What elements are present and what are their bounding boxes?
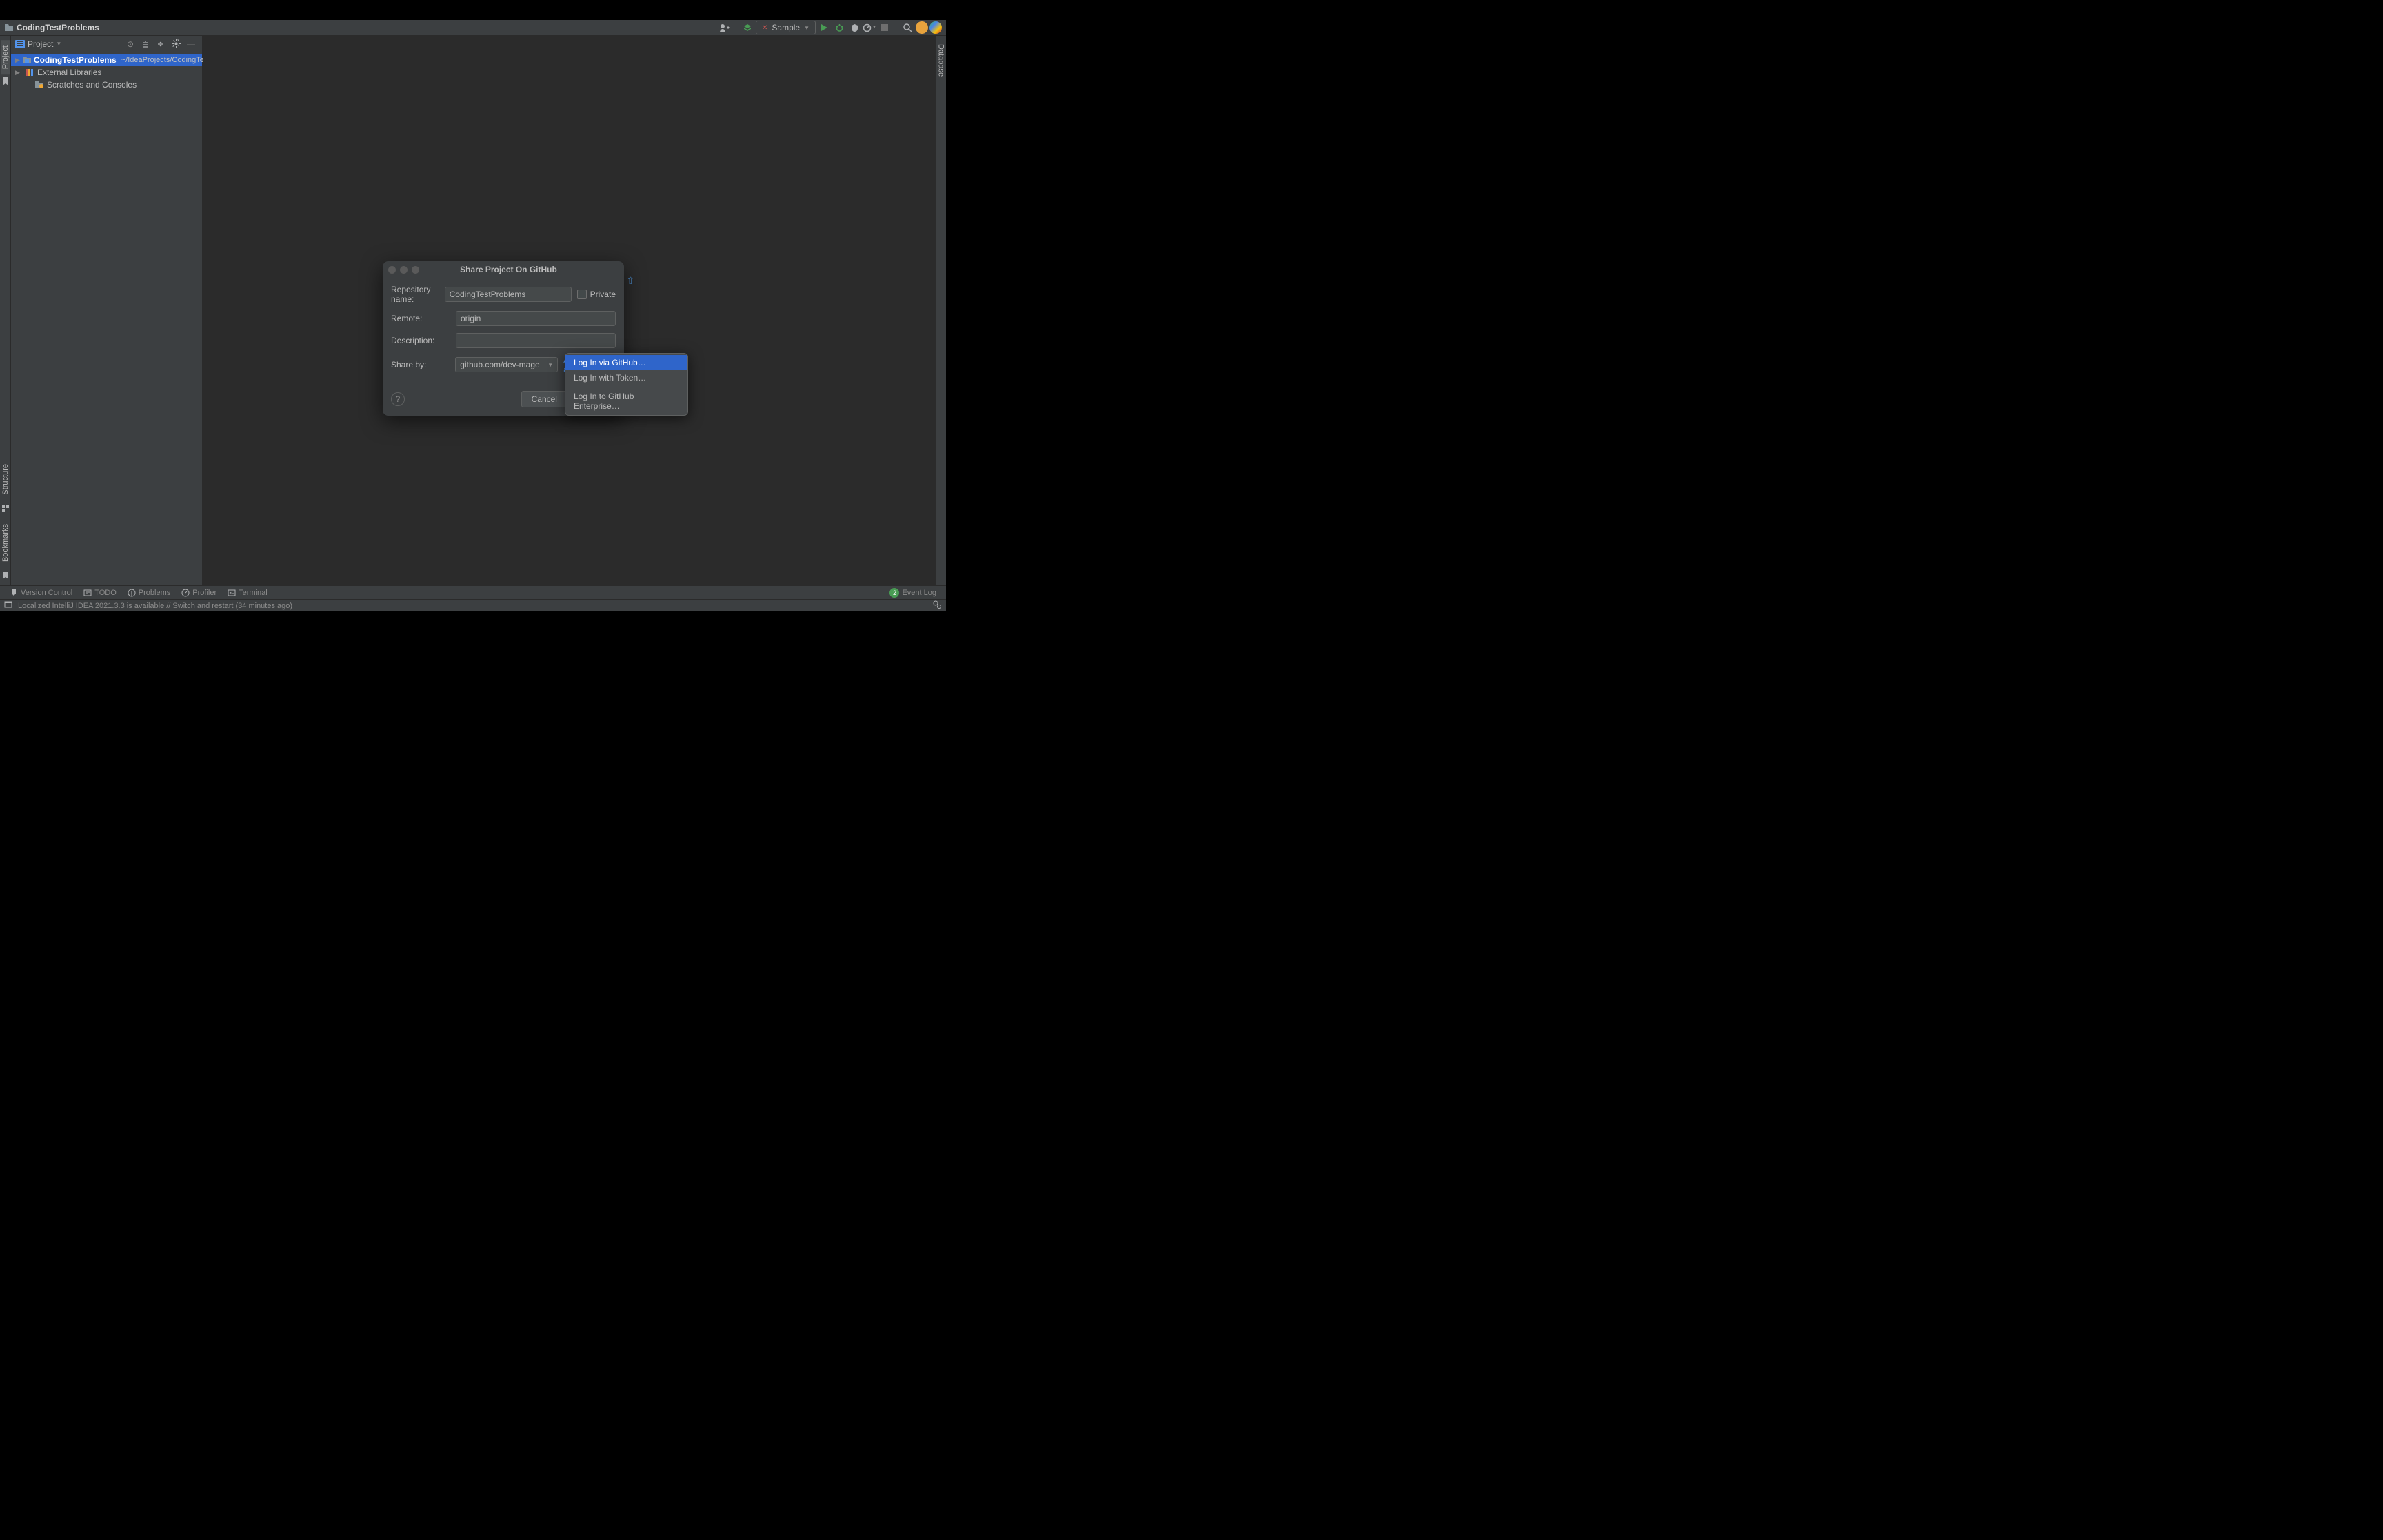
config-error-icon: ✕	[762, 24, 767, 32]
expand-arrow-icon[interactable]: ▶	[15, 69, 22, 77]
project-tree[interactable]: ▶ CodingTestProblems ~/IdeaProjects/Codi…	[11, 52, 202, 92]
settings-button[interactable]	[169, 37, 183, 51]
status-process-icon[interactable]	[932, 600, 942, 611]
avatar-1[interactable]	[916, 21, 928, 34]
event-count-badge: 2	[889, 588, 899, 598]
run-button[interactable]	[817, 21, 831, 34]
project-view-selector[interactable]: Project ▼	[15, 39, 61, 49]
left-tool-window-bar: Project Structure Bookmarks	[0, 36, 11, 585]
bottom-tool-window-bar: Version Control TODO Problems Profiler T…	[0, 585, 946, 599]
tree-node-label: External Libraries	[37, 68, 101, 77]
chevron-down-icon: ▼	[547, 362, 553, 368]
run-config-selector[interactable]: ✕ Sample ▼	[756, 21, 816, 34]
project-name[interactable]: CodingTestProblems	[17, 23, 99, 32]
repo-name-input[interactable]	[445, 287, 572, 302]
chevron-down-icon: ▼	[804, 25, 810, 31]
tree-node-path: ~/IdeaProjects/CodingTest	[121, 56, 210, 64]
build-button[interactable]	[741, 21, 754, 34]
coverage-button[interactable]	[847, 21, 861, 34]
expand-arrow-icon[interactable]: ▶	[15, 57, 20, 64]
project-folder-icon	[4, 23, 14, 32]
add-account-menu: Log In via GitHub… Log In with Token… Lo…	[565, 353, 688, 416]
private-checkbox[interactable]	[577, 290, 587, 299]
help-button[interactable]: ?	[391, 392, 405, 406]
project-view-label: Project	[28, 39, 53, 49]
status-bar: Localized IntelliJ IDEA 2021.3.3 is avai…	[0, 599, 946, 611]
project-icon	[15, 40, 25, 48]
tree-node-label: CodingTestProblems	[34, 55, 117, 65]
remote-label: Remote:	[391, 314, 450, 323]
select-opened-file-button[interactable]: ⊙	[123, 37, 137, 51]
collaborate-button[interactable]	[718, 21, 732, 34]
close-window-button[interactable]	[388, 266, 396, 274]
navigation-bar: CodingTestProblems ✕ Sample ▼ ▼	[0, 20, 946, 36]
description-input[interactable]	[456, 333, 616, 348]
project-tool-window: Project ▼ ⊙ — ▶	[11, 36, 203, 585]
shareby-dropdown[interactable]: github.com/dev-mage ▼	[455, 357, 558, 372]
status-window-icon[interactable]	[4, 600, 15, 611]
bookmarks-gutter-icon[interactable]	[2, 77, 9, 88]
hide-button[interactable]: —	[184, 37, 198, 51]
chevron-down-icon: ▼	[56, 41, 61, 47]
status-message[interactable]: Localized IntelliJ IDEA 2021.3.3 is avai…	[18, 602, 292, 610]
login-github-menuitem[interactable]: Log In via GitHub…	[565, 355, 687, 370]
right-tool-window-bar: Database	[935, 36, 946, 585]
library-icon	[24, 68, 35, 77]
run-config-name: Sample	[772, 23, 800, 32]
remote-input[interactable]	[456, 311, 616, 326]
structure-tool-tab[interactable]: Structure	[1, 458, 10, 500]
tree-external-libs-node[interactable]: ▶ External Libraries	[11, 66, 202, 79]
version-control-tab[interactable]: Version Control	[4, 589, 78, 597]
description-label: Description:	[391, 336, 450, 345]
terminal-tab[interactable]: Terminal	[222, 589, 273, 597]
repo-name-label: Repository name:	[391, 285, 439, 304]
avatar-2[interactable]	[929, 21, 942, 34]
collapse-all-button[interactable]	[154, 37, 168, 51]
debug-button[interactable]	[832, 21, 846, 34]
shareby-value: github.com/dev-mage	[460, 360, 539, 369]
problems-tab[interactable]: Problems	[122, 589, 176, 597]
cancel-button[interactable]: Cancel	[521, 391, 567, 407]
search-button[interactable]	[901, 21, 914, 34]
bookmarks-gutter-icon-2	[3, 571, 8, 581]
todo-tab[interactable]: TODO	[78, 589, 122, 597]
event-log-tab[interactable]: 2 Event Log	[884, 588, 942, 598]
shareby-label: Share by:	[391, 360, 450, 369]
profile-button[interactable]: ▼	[863, 21, 876, 34]
expand-all-button[interactable]	[139, 37, 152, 51]
structure-gutter-icon	[2, 505, 9, 514]
scratches-icon	[34, 81, 45, 89]
login-enterprise-menuitem[interactable]: Log In to GitHub Enterprise…	[565, 389, 687, 414]
database-tool-tab[interactable]: Database	[937, 40, 945, 81]
tree-scratches-node[interactable]: Scratches and Consoles	[11, 79, 202, 91]
tree-root-node[interactable]: ▶ CodingTestProblems ~/IdeaProjects/Codi…	[11, 54, 202, 66]
bookmarks-tool-tab[interactable]: Bookmarks	[1, 518, 10, 567]
tree-node-label: Scratches and Consoles	[47, 80, 137, 90]
profiler-tab[interactable]: Profiler	[176, 589, 222, 597]
module-folder-icon	[22, 56, 32, 64]
login-token-menuitem[interactable]: Log In with Token…	[565, 370, 687, 385]
private-label[interactable]: Private	[590, 290, 616, 299]
dialog-title: Share Project On GitHub	[399, 265, 619, 274]
project-tool-tab[interactable]: Project	[1, 40, 10, 74]
stop-button[interactable]	[878, 21, 892, 34]
